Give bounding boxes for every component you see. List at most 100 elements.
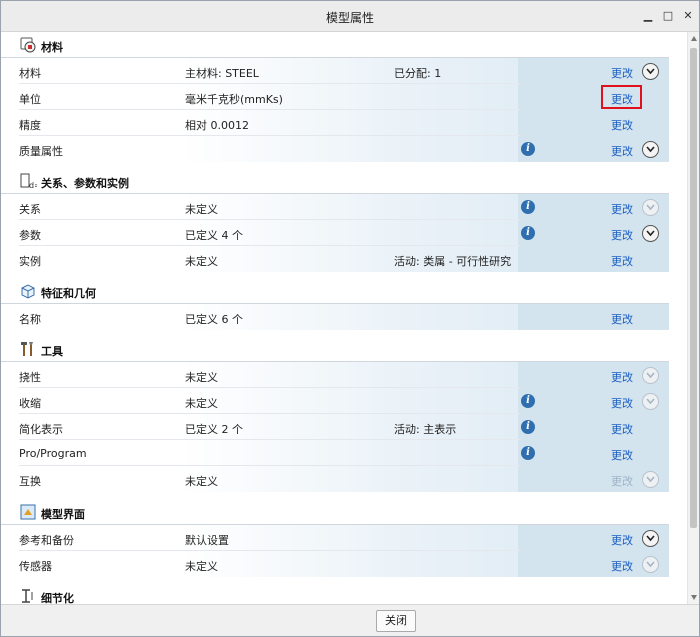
tools-icon: [19, 340, 37, 358]
section-model-interface: 模型界面: [1, 499, 669, 525]
row-parameters-value: 已定义 4 个: [185, 229, 243, 242]
minimize-button[interactable]: ▁: [641, 9, 655, 23]
flexibility-change-link[interactable]: 更改: [611, 369, 633, 385]
row-accuracy-label: 精度: [19, 119, 41, 132]
row-sensors-value: 未定义: [185, 560, 218, 573]
detailing-icon: [19, 587, 37, 604]
section-relations: d= 关系、参数和实例: [1, 168, 669, 194]
section-tools-title: 工具: [41, 345, 63, 358]
close-window-button[interactable]: ✕: [681, 9, 695, 23]
row-flexibility: 挠性 未定义 更改: [1, 362, 669, 388]
row-names-value: 已定义 6 个: [185, 313, 243, 326]
parameters-change-link[interactable]: 更改: [611, 227, 633, 243]
row-mass-properties-label: 质量属性: [19, 145, 63, 158]
highlight-box: [601, 85, 642, 109]
help-icon[interactable]: i: [521, 200, 535, 214]
help-icon[interactable]: i: [521, 420, 535, 434]
svg-text:d=: d=: [29, 181, 37, 190]
row-names: 名称 已定义 6 个 更改: [1, 304, 669, 330]
close-button[interactable]: 关闭: [376, 610, 416, 632]
row-reference-backup: 参考和备份 默认设置 更改: [1, 525, 669, 551]
row-sensors-label: 传感器: [19, 560, 52, 573]
row-units-label: 单位: [19, 93, 41, 106]
row-parameters: 参数 已定义 4 个 i 更改: [1, 220, 669, 246]
row-interchange-label: 互换: [19, 475, 41, 488]
properties-panel: 材料 材料 主材料: STEEL 已分配: 1 更改 单位 毫米千克秒(mmKs…: [1, 32, 687, 604]
material-icon: [19, 36, 37, 54]
features-geometry-icon: [19, 282, 37, 300]
vertical-scrollbar[interactable]: [687, 32, 699, 604]
row-accuracy: 精度 相对 0.0012 更改: [1, 110, 669, 136]
row-accuracy-value: 相对 0.0012: [185, 119, 249, 132]
maximize-button[interactable]: □: [661, 9, 675, 23]
row-flexibility-label: 挠性: [19, 371, 41, 384]
row-reference-backup-value: 默认设置: [185, 534, 229, 547]
pro-program-change-link[interactable]: 更改: [611, 447, 633, 463]
chevron-down-icon[interactable]: [642, 225, 659, 242]
row-instances-label: 实例: [19, 255, 41, 268]
chevron-down-icon: [642, 367, 659, 384]
row-instances-value: 未定义: [185, 255, 218, 268]
section-features-geometry: 特征和几何: [1, 278, 669, 304]
row-sensors: 传感器 未定义 更改: [1, 551, 669, 577]
row-relations-value: 未定义: [185, 203, 218, 216]
row-shrinkage: 收缩 未定义 i 更改: [1, 388, 669, 414]
row-instances-extra: 活动: 类属 - 可行性研究: [394, 255, 512, 268]
section-detailing: 细节化: [1, 583, 669, 604]
row-pro-program: Pro/Program i 更改: [1, 440, 669, 466]
reference-backup-change-link[interactable]: 更改: [611, 532, 633, 548]
chevron-down-icon: [642, 471, 659, 488]
chevron-down-icon: [642, 393, 659, 410]
section-material-title: 材料: [41, 41, 63, 54]
chevron-down-icon[interactable]: [642, 63, 659, 80]
instances-change-link[interactable]: 更改: [611, 253, 633, 269]
row-reference-backup-label: 参考和备份: [19, 534, 74, 547]
shrinkage-change-link[interactable]: 更改: [611, 395, 633, 411]
chevron-down-icon: [642, 556, 659, 573]
sensors-change-link[interactable]: 更改: [611, 558, 633, 574]
row-shrinkage-value: 未定义: [185, 397, 218, 410]
material-change-link[interactable]: 更改: [611, 65, 633, 81]
relations-change-link[interactable]: 更改: [611, 201, 633, 217]
row-simplified-rep-label: 简化表示: [19, 423, 63, 436]
section-tools: 工具: [1, 336, 669, 362]
title-bar: 模型属性 ▁ □ ✕: [1, 1, 699, 32]
model-properties-dialog: 模型属性 ▁ □ ✕ 材料 材料 主材料: STEEL 已分配: 1 更改 单位…: [0, 0, 700, 637]
dialog-footer: 关闭: [1, 604, 699, 636]
row-material: 材料 主材料: STEEL 已分配: 1 更改: [1, 58, 669, 84]
row-material-extra: 已分配: 1: [394, 67, 442, 80]
section-features-geometry-title: 特征和几何: [41, 287, 96, 300]
help-icon[interactable]: i: [521, 446, 535, 460]
scroll-down-arrow[interactable]: [691, 595, 697, 600]
accuracy-change-link[interactable]: 更改: [611, 117, 633, 133]
simplified-rep-change-link[interactable]: 更改: [611, 421, 633, 437]
row-mass-properties: 质量属性 i 更改: [1, 136, 669, 162]
row-simplified-rep-extra: 活动: 主表示: [394, 423, 457, 436]
chevron-down-icon[interactable]: [642, 530, 659, 547]
chevron-down-icon[interactable]: [642, 141, 659, 158]
row-shrinkage-label: 收缩: [19, 397, 41, 410]
scrollbar-thumb[interactable]: [690, 48, 697, 528]
mass-properties-change-link[interactable]: 更改: [611, 143, 633, 159]
row-pro-program-label: Pro/Program: [19, 447, 87, 460]
row-material-label: 材料: [19, 67, 41, 80]
scroll-up-arrow[interactable]: [691, 36, 697, 41]
relations-icon: d=: [19, 172, 41, 190]
section-relations-title: 关系、参数和实例: [41, 177, 129, 190]
help-icon[interactable]: i: [521, 142, 535, 156]
chevron-down-icon: [642, 199, 659, 216]
row-flexibility-value: 未定义: [185, 371, 218, 384]
row-units: 单位 毫米千克秒(mmKs) 更改: [1, 84, 669, 110]
help-icon[interactable]: i: [521, 394, 535, 408]
interchange-change-link: 更改: [611, 475, 633, 488]
row-units-value: 毫米千克秒(mmKs): [185, 93, 283, 106]
row-names-label: 名称: [19, 313, 41, 326]
section-material: 材料: [1, 32, 669, 58]
row-relations-label: 关系: [19, 203, 41, 216]
row-simplified-rep-value: 已定义 2 个: [185, 423, 243, 436]
row-interchange: 互换 未定义 更改: [1, 466, 669, 492]
help-icon[interactable]: i: [521, 226, 535, 240]
row-interchange-value: 未定义: [185, 475, 218, 488]
names-change-link[interactable]: 更改: [611, 311, 633, 327]
row-instances: 实例 未定义 活动: 类属 - 可行性研究 更改: [1, 246, 669, 272]
